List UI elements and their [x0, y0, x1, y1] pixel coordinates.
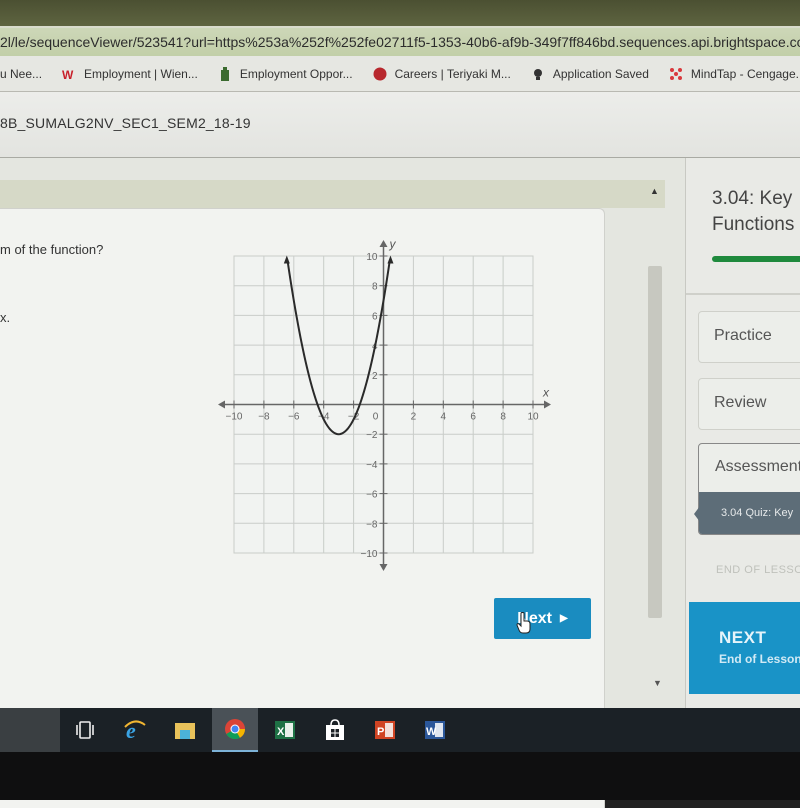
- taskbar-start-area[interactable]: [0, 708, 60, 752]
- y-axis-label: y: [389, 237, 397, 251]
- y-tick-label: 6: [372, 311, 378, 322]
- current-item-indicator: [694, 506, 700, 522]
- question-frame-header: [0, 180, 665, 208]
- next-lesson-subtitle: End of Lesson: [719, 652, 800, 666]
- bookmark-3[interactable]: Employment Oppor...: [218, 67, 353, 81]
- x-tick-label: 6: [470, 412, 476, 423]
- x-tick-label: −10: [226, 412, 243, 423]
- question-prompt: m of the function?: [0, 242, 103, 257]
- quiz-link-label: 3.04 Quiz: Key: [721, 507, 793, 519]
- bookmark-label: u Nee...: [0, 67, 42, 81]
- bookmark-2[interactable]: W Employment | Wien...: [62, 67, 198, 81]
- function-graph: −10−8−6−4−20246810−10−8−6−4−2246810xy: [200, 230, 560, 580]
- svg-text:W: W: [426, 726, 437, 738]
- excel-icon[interactable]: X: [262, 708, 308, 752]
- svg-text:W: W: [62, 68, 74, 81]
- y-tick-label: −6: [366, 490, 378, 501]
- employment-logo-icon: [218, 67, 232, 81]
- x-tick-label: 4: [441, 412, 447, 423]
- address-bar[interactable]: 2l/le/sequenceViewer/523541?url=https%25…: [0, 26, 800, 56]
- screen: 2l/le/sequenceViewer/523541?url=https%25…: [0, 0, 800, 800]
- lesson-title: 3.04: Key Functions: [712, 186, 794, 238]
- scroll-up-arrow[interactable]: ▲: [650, 186, 659, 196]
- sidebar-item-practice[interactable]: Practice: [698, 311, 800, 363]
- x-tick-label: 0: [373, 412, 379, 423]
- bookmark-4[interactable]: Careers | Teriyaki M...: [373, 67, 511, 81]
- x-axis-label: x: [542, 386, 550, 400]
- y-tick-label: −10: [361, 549, 378, 560]
- bookmark-label: Application Saved: [553, 67, 649, 81]
- bookmark-label: Careers | Teriyaki M...: [395, 67, 511, 81]
- x-tick-label: 8: [500, 412, 506, 423]
- y-tick-label: −4: [366, 460, 378, 471]
- word-icon[interactable]: W: [412, 708, 458, 752]
- lesson-title-line2: Functions: [712, 212, 794, 238]
- y-tick-label: 10: [366, 252, 378, 263]
- lesson-sidebar: 3.04: Key Functions Practice Review Asse…: [686, 158, 800, 708]
- sidebar-separator: [686, 293, 800, 295]
- y-axis-arrow-down: [380, 564, 388, 571]
- bookmark-label: Employment | Wien...: [84, 67, 198, 81]
- file-explorer-icon[interactable]: [162, 708, 208, 752]
- internet-explorer-icon[interactable]: e: [112, 708, 158, 752]
- y-tick-label: −2: [366, 430, 378, 441]
- svg-text:X: X: [277, 726, 285, 738]
- scrollbar-thumb[interactable]: [648, 266, 662, 618]
- lightbulb-icon: [531, 67, 545, 81]
- bookmark-5[interactable]: Application Saved: [531, 67, 649, 81]
- lesson-title-line1: 3.04: Key: [712, 186, 794, 212]
- x-tick-label: −8: [258, 412, 270, 423]
- svg-text:P: P: [377, 726, 384, 738]
- x-tick-label: −6: [288, 412, 300, 423]
- x-axis-arrow-right: [544, 401, 551, 409]
- hand-cursor-icon: [516, 612, 532, 634]
- course-header: 8B_SUMALG2NV_SEC1_SEM2_18-19: [0, 92, 800, 158]
- end-of-lesson-label: END OF LESSON: [716, 564, 800, 576]
- quiz-link[interactable]: 3.04 Quiz: Key: [699, 492, 800, 535]
- task-view-icon[interactable]: [62, 708, 108, 752]
- bookmark-6[interactable]: MindTap - Cengage...: [669, 67, 800, 81]
- y-tick-label: 2: [372, 371, 378, 382]
- monitor-bezel: [0, 752, 800, 800]
- play-arrow-icon: ▶: [560, 613, 568, 624]
- sidebar-item-label: Review: [714, 394, 766, 411]
- teriyaki-logo-icon: [373, 67, 387, 81]
- x-tick-label: 2: [411, 412, 417, 423]
- url-text[interactable]: 2l/le/sequenceViewer/523541?url=https%25…: [0, 34, 800, 50]
- next-lesson-title: NEXT: [719, 628, 800, 648]
- scroll-down-arrow[interactable]: ▼: [653, 678, 662, 688]
- sidebar-item-label: Practice: [714, 327, 772, 344]
- sidebar-item-review[interactable]: Review: [698, 378, 800, 430]
- top-bezel: [0, 0, 800, 26]
- bookmark-label: MindTap - Cengage...: [691, 67, 800, 81]
- course-name[interactable]: 8B_SUMALG2NV_SEC1_SEM2_18-19: [0, 115, 251, 131]
- bookmarks-bar: u Nee... W Employment | Wien... Employme…: [0, 56, 800, 92]
- y-tick-label: 8: [372, 282, 378, 293]
- store-icon[interactable]: [312, 708, 358, 752]
- sidebar-item-assessment[interactable]: Assessment 3.04 Quiz: Key: [698, 443, 800, 535]
- chrome-icon[interactable]: [212, 708, 258, 752]
- x-axis-arrow-left: [218, 401, 225, 409]
- next-lesson-button[interactable]: NEXT End of Lesson: [689, 602, 800, 694]
- bookmark-1[interactable]: u Nee...: [0, 67, 42, 81]
- wiener-logo-icon: W: [62, 67, 76, 81]
- next-button[interactable]: Next ▶: [494, 598, 591, 639]
- powerpoint-icon[interactable]: P: [362, 708, 408, 752]
- y-axis-arrow-up: [380, 240, 388, 247]
- x-tick-label: 10: [527, 412, 539, 423]
- lesson-progress-bar: [712, 256, 800, 262]
- y-tick-label: −8: [366, 519, 378, 530]
- mindtap-logo-icon: [669, 67, 683, 81]
- taskbar: e X P W: [0, 708, 800, 752]
- bookmark-label: Employment Oppor...: [240, 67, 353, 81]
- sidebar-item-label: Assessment: [715, 458, 800, 476]
- answer-text: x.: [0, 310, 10, 325]
